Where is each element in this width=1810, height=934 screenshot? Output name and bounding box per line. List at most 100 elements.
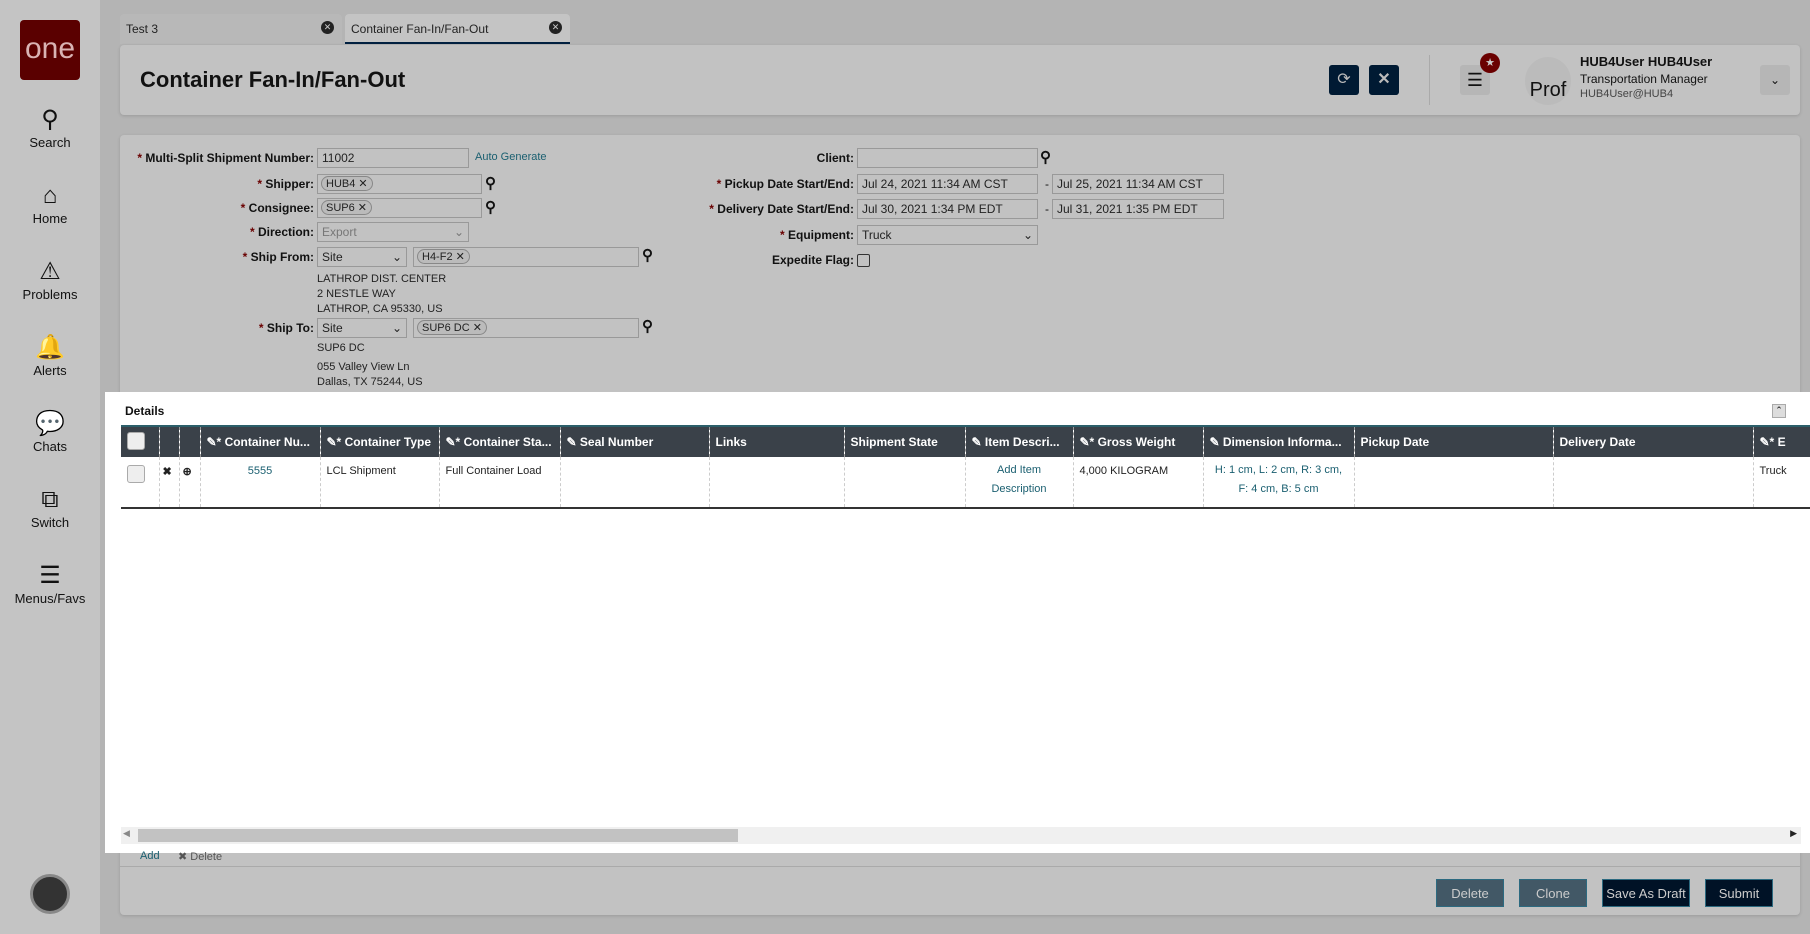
zoom-search-icon[interactable]: ⚲ [642,317,653,335]
user-menu-chevron-icon[interactable]: ⌄ [1760,65,1790,95]
container-type-cell: LCL Shipment [320,457,440,509]
zoom-search-icon[interactable]: ⚲ [1040,148,1051,166]
tab-label: Container Fan-In/Fan-Out [351,22,489,36]
delivery-end-input[interactable]: Jul 31, 2021 1:35 PM EDT [1052,199,1224,219]
ship-to-input[interactable]: SUP6 DC ✕ [413,318,639,338]
row-checkbox[interactable] [127,465,145,483]
details-panel: Details ⌃ ✎* Container Nu... ✎* Containe… [105,392,1810,853]
expedite-checkbox[interactable] [857,254,870,267]
client-input[interactable] [857,148,1038,168]
row-select-cell[interactable] [121,457,160,509]
col-pickup-date[interactable]: Pickup Date [1354,425,1554,457]
sidebar-item-chats[interactable]: 💬 Chats [0,409,100,454]
col-equipment[interactable]: ✎* E [1753,425,1810,457]
dash: - [1045,202,1049,216]
col-container-type[interactable]: ✎* Container Type [320,425,440,457]
divider [120,866,1800,867]
pickup-end-input[interactable]: Jul 25, 2021 11:34 AM CST [1052,174,1224,194]
sidebar-item-switch[interactable]: ⧉ Switch [0,485,100,530]
close-tab-icon[interactable]: ✕ [549,21,562,34]
col-seal-number[interactable]: ✎ Seal Number [560,425,710,457]
col-delivery-date[interactable]: Delivery Date [1553,425,1754,457]
shipment-state-cell [844,457,966,509]
divider [1429,55,1430,105]
blank-header [179,425,201,457]
details-title: Details [125,404,165,418]
zoom-search-icon[interactable]: ⚲ [485,174,496,192]
direction-label: * Direction: [249,225,314,239]
details-table: ✎* Container Nu... ✎* Container Type ✎* … [121,425,1810,509]
col-gross-weight[interactable]: ✎* Gross Weight [1073,425,1204,457]
ship-to-type-select[interactable]: Site ⌄ [317,318,407,338]
consignee-input[interactable]: SUP6 ✕ [317,198,482,218]
user-role: Transportation Manager [1580,72,1708,86]
label: Alerts [33,363,67,378]
user-name: HUB4User HUB4User [1580,54,1713,69]
col-container-number[interactable]: ✎* Container Nu... [200,425,321,457]
app-logo[interactable]: one [20,20,80,80]
equipment-select[interactable]: Truck ⌄ [857,225,1038,245]
zoom-search-icon[interactable]: ⚲ [485,198,496,216]
pickup-start-input[interactable]: Jul 24, 2021 11:34 AM CST [857,174,1038,194]
col-container-status[interactable]: ✎* Container Sta... [439,425,561,457]
delivery-date-cell [1553,457,1754,509]
sidebar-item-alerts[interactable]: 🔔 Alerts [0,333,100,378]
horizontal-scrollbar[interactable]: ◀ ▶ [121,827,1801,844]
submit-button[interactable]: Submit [1705,879,1773,907]
direction-select[interactable]: Export ⌄ [317,222,469,242]
close-tab-icon[interactable]: ✕ [321,21,334,34]
clone-button[interactable]: Clone [1519,879,1587,907]
tab-label: Test 3 [126,22,159,36]
consignee-chip: SUP6 ✕ [321,200,373,215]
seal-number-cell [560,457,710,509]
close-button[interactable]: ✕ [1369,65,1399,95]
label: Search [29,135,71,150]
delete-link[interactable]: ✖ Delete [178,850,222,863]
add-item-description-link[interactable]: Add Item Description [965,457,1074,509]
links-cell [709,457,845,509]
delivery-start-input[interactable]: Jul 30, 2021 1:34 PM EDT [857,199,1038,219]
add-link[interactable]: Add [140,850,160,862]
container-number-link[interactable]: 5555 [200,457,321,509]
table-row: ✖ ⊕ 5555 LCL Shipment Full Container Loa… [121,457,1810,509]
profile-avatar[interactable]: Prof [1525,57,1571,105]
label: Menus/Favs [14,591,86,606]
tab-container-fan[interactable]: Container Fan-In/Fan-Out ✕ [345,14,570,44]
label: Chats [33,439,67,454]
ship-to-name: SUP6 DC [317,342,365,354]
refresh-button[interactable]: ⟳ [1329,65,1359,95]
col-links[interactable]: Links [709,425,845,457]
gross-weight-cell: 4,000 KILOGRAM [1073,457,1204,509]
collapse-icon[interactable]: ⌃ [1772,404,1786,418]
label: Problems [22,287,78,302]
chat-icon: 💬 [35,410,65,437]
page-title: Container Fan-In/Fan-Out [140,67,406,92]
delete-row-icon[interactable]: ✖ [159,457,180,509]
switch-icon: ⧉ [41,486,59,513]
user-avatar-icon[interactable] [30,874,70,914]
scroll-right-icon[interactable]: ▶ [1790,828,1797,839]
save-as-draft-button[interactable]: Save As Draft [1602,879,1690,907]
shipment-number-label: * Multi-Split Shipment Number: [137,151,314,165]
select-all-checkbox[interactable] [127,431,145,450]
pickup-label: * Pickup Date Start/End: [716,177,854,191]
ship-to-address: 055 Valley View Ln Dallas, TX 75244, US [317,361,423,388]
auto-generate-link[interactable]: Auto Generate [475,151,547,163]
scrollbar-thumb[interactable] [138,829,738,842]
select-all-header[interactable] [121,425,160,457]
tab-test-3[interactable]: Test 3 ✕ [120,14,342,44]
shipper-input[interactable]: HUB4 ✕ [317,174,482,194]
user-email: HUB4User@HUB4 [1580,88,1674,100]
add-row-icon[interactable]: ⊕ [179,457,201,509]
dimension-link[interactable]: H: 1 cm, L: 2 cm, R: 3 cm, F: 4 cm, B: 5… [1203,457,1355,509]
search-icon: ⚲ [41,106,59,133]
ship-from-type-select[interactable]: Site ⌄ [317,247,407,267]
sidebar-item-search[interactable]: ⚲ Search [0,105,100,150]
sidebar-item-menus[interactable]: ☰ Menus/Favs [0,561,100,606]
shipment-number-input[interactable]: 11002 [317,148,469,168]
delete-button[interactable]: Delete [1436,879,1504,907]
col-shipment-state[interactable]: Shipment State [844,425,966,457]
scroll-left-icon[interactable]: ◀ [123,828,130,839]
col-dimension[interactable]: ✎ Dimension Informa... [1203,425,1355,457]
col-item-description[interactable]: ✎ Item Descri... [965,425,1074,457]
